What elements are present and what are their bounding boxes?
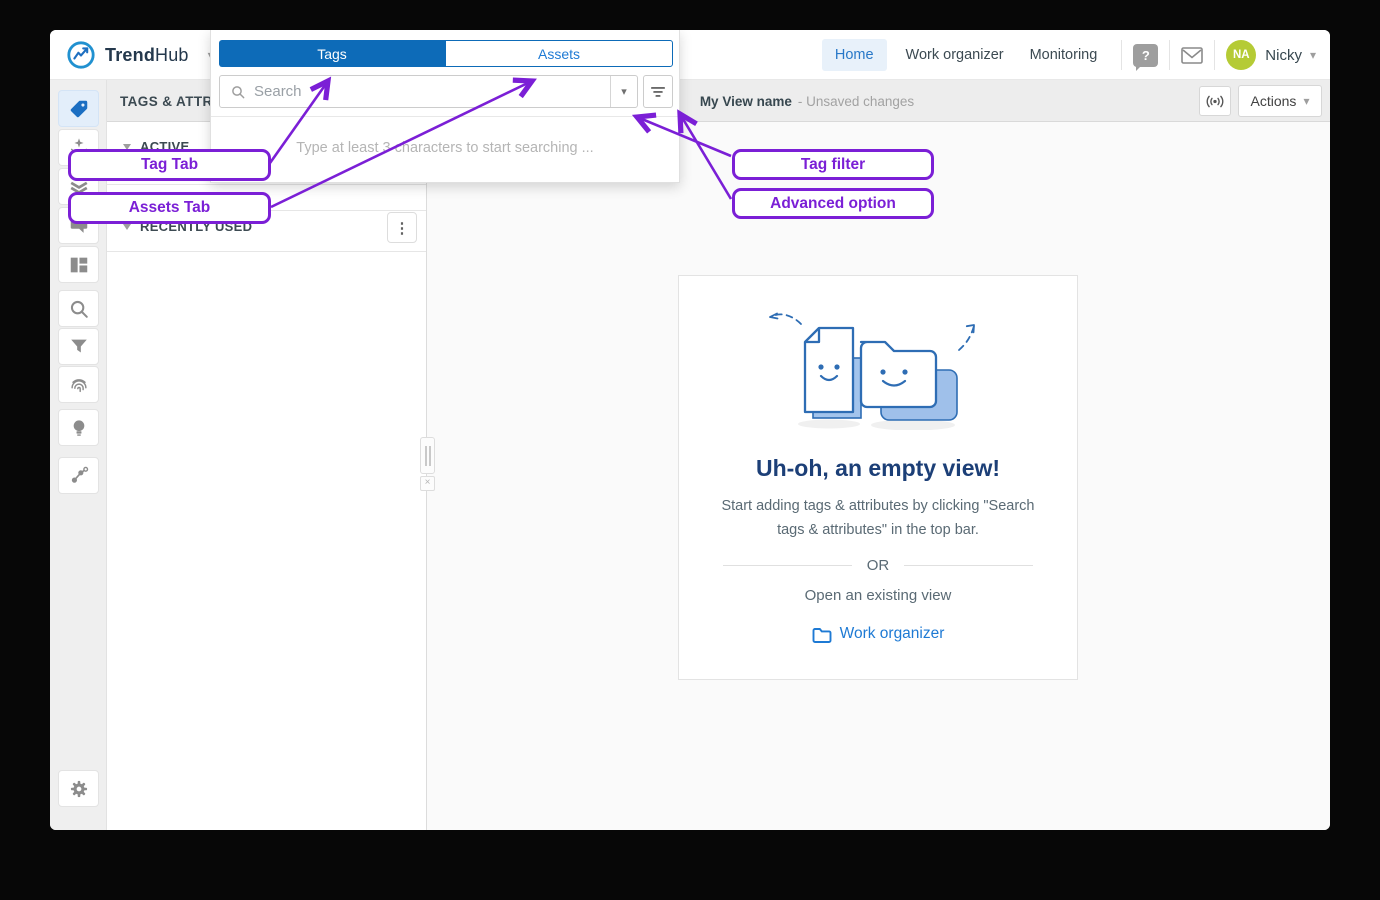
lightbulb-icon	[68, 417, 90, 439]
panel-resize-handle[interactable]	[420, 437, 435, 474]
brand: TrendHub ▾	[66, 30, 214, 80]
gear-icon	[68, 778, 90, 800]
search-input[interactable]	[254, 83, 610, 100]
sidebar-item-settings[interactable]	[58, 770, 99, 807]
nav-monitoring[interactable]: Monitoring	[1017, 47, 1111, 63]
sidebar-item-ideas[interactable]	[58, 409, 99, 446]
work-organizer-link[interactable]: Work organizer	[812, 625, 945, 643]
tab-assets[interactable]: Assets	[445, 40, 673, 67]
view-status: - Unsaved changes	[798, 94, 914, 109]
question-icon: ?	[1142, 48, 1150, 63]
search-box: ▾	[219, 75, 638, 108]
messages-button[interactable]	[1181, 47, 1203, 64]
sidebar-item-fingerprint[interactable]	[58, 366, 99, 403]
search-tabs: Tags Assets	[219, 40, 673, 67]
search-icon	[230, 84, 246, 100]
kebab-icon: ⋮	[395, 219, 410, 237]
or-divider: OR	[723, 557, 1033, 574]
view-canvas: Uh-oh, an empty view! Start adding tags …	[427, 122, 1330, 830]
trendhub-logo-icon	[66, 40, 96, 70]
tags-attributes-panel: ACTIVE RECENTLY USED ⋮	[107, 122, 427, 830]
search-icon	[68, 298, 90, 320]
tag-filter-dropdown[interactable]: ▾	[610, 76, 637, 107]
divider	[1169, 40, 1170, 70]
user-name[interactable]: Nicky	[1265, 47, 1302, 64]
close-icon: ×	[425, 477, 431, 488]
user-avatar[interactable]: NA	[1226, 40, 1256, 70]
empty-state-text: Start adding tags & attributes by clicki…	[679, 494, 1077, 542]
annotation-advanced-option: Advanced option	[732, 188, 934, 219]
divider	[107, 251, 426, 252]
divider	[107, 184, 426, 185]
search-popup: Tags Assets ▾ Type at least 3 characters…	[210, 30, 680, 183]
folder-icon	[812, 626, 832, 643]
envelope-icon	[1181, 47, 1203, 64]
collapse-chevron-icon[interactable]	[123, 224, 131, 230]
live-mode-button[interactable]	[1199, 86, 1231, 116]
sidebar-item-filter[interactable]	[58, 328, 99, 365]
node-graph-icon	[68, 465, 90, 487]
sidebar-item-dashboard[interactable]	[58, 246, 99, 283]
dashboard-grid-icon	[68, 254, 90, 276]
empty-state-card: Uh-oh, an empty view! Start adding tags …	[678, 275, 1078, 680]
search-row: ▾	[219, 75, 673, 108]
view-name: My View name	[700, 94, 792, 109]
annotation-tag-filter: Tag filter	[732, 149, 934, 180]
divider	[1214, 40, 1215, 70]
user-menu-caret-icon[interactable]: ▾	[1310, 48, 1316, 62]
empty-state-illustration	[679, 310, 1077, 435]
funnel-icon	[68, 336, 90, 358]
actions-button[interactable]: Actions ▾	[1238, 85, 1322, 117]
annotation-assets-tab: Assets Tab	[68, 192, 271, 224]
broadcast-icon	[1204, 94, 1226, 109]
section-menu-button[interactable]: ⋮	[387, 212, 417, 243]
advanced-option-button[interactable]	[643, 75, 673, 108]
search-hint: Type at least 3 characters to start sear…	[211, 140, 679, 156]
nav-work-organizer[interactable]: Work organizer	[893, 47, 1017, 63]
sidebar-item-search[interactable]	[58, 290, 99, 327]
brand-name: TrendHub	[105, 45, 189, 66]
panel-collapse-button[interactable]: ×	[420, 476, 435, 491]
empty-state-title: Uh-oh, an empty view!	[679, 455, 1077, 482]
chevron-down-icon: ▾	[1303, 94, 1309, 108]
top-navigation: Home Work organizer Monitoring ? NA Nick…	[822, 30, 1316, 80]
sidebar-item-tags[interactable]	[58, 90, 99, 127]
filter-lines-icon	[650, 85, 666, 98]
empty-state-subtitle: Open an existing view	[679, 587, 1077, 604]
annotation-tag-tab: Tag Tab	[68, 149, 271, 181]
tag-icon	[68, 98, 90, 120]
tab-tags[interactable]: Tags	[219, 40, 445, 67]
help-button[interactable]: ?	[1133, 44, 1158, 67]
divider	[211, 116, 679, 117]
chevron-down-icon: ▾	[621, 85, 627, 98]
fingerprint-icon	[68, 374, 90, 396]
nav-home[interactable]: Home	[822, 39, 887, 71]
sidebar-item-context[interactable]	[58, 457, 99, 494]
divider	[1121, 40, 1122, 70]
